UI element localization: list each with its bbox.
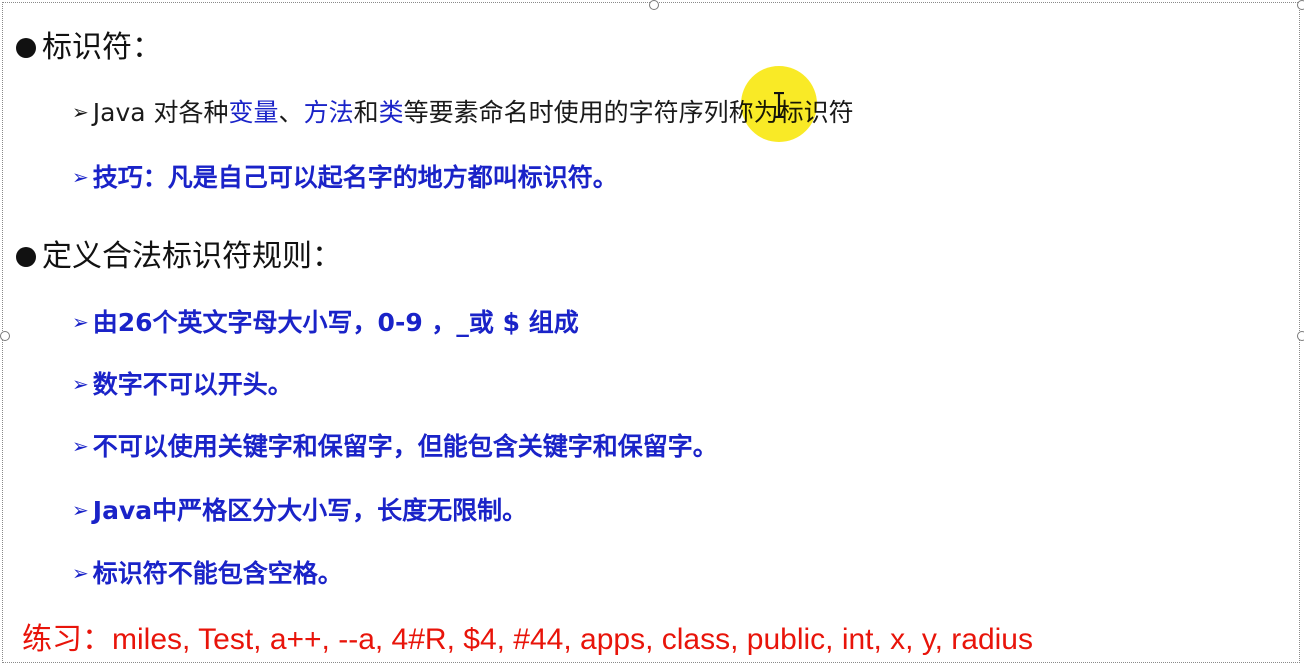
- tip-text: 技巧：凡是自己可以起名字的地方都叫标识符。: [92, 163, 618, 192]
- rule-text: Java中严格区分大小写，长度无限制。: [92, 496, 528, 525]
- filled-circle-icon: [16, 247, 36, 267]
- keyword-variable: 变量: [228, 98, 279, 127]
- rule-item: ➢ 数字不可以开头。: [72, 368, 293, 401]
- keyword-method: 方法: [303, 98, 354, 127]
- rule-text: 数字不可以开头。: [92, 370, 293, 399]
- keyword-class: 类: [378, 98, 404, 127]
- arrow-bullet-icon: ➢: [72, 372, 89, 396]
- text-cursor-icon: [774, 92, 784, 118]
- tip-item: ➢ 技巧：凡是自己可以起名字的地方都叫标识符。: [72, 161, 618, 194]
- rule-text: 标识符不能包含空格。: [92, 559, 343, 588]
- rule-item: ➢ 不可以使用关键字和保留字，但能包含关键字和保留字。: [72, 430, 718, 463]
- resize-handle-top-right[interactable]: [1297, 0, 1304, 10]
- definition-item: ➢ Java 对各种变量、方法和类等要素命名时使用的字符序列称为标识符: [72, 96, 854, 129]
- arrow-bullet-icon: ➢: [72, 561, 89, 585]
- heading-identifier: 标识符：: [16, 30, 162, 66]
- heading-rules: 定义合法标识符规则：: [16, 239, 342, 275]
- resize-handle-right[interactable]: [1297, 331, 1304, 341]
- practice-line: 练习：miles, Test, a++, --a, 4#R, $4, #44, …: [22, 620, 1033, 660]
- filled-circle-icon: [16, 38, 36, 58]
- arrow-bullet-icon: ➢: [72, 498, 89, 522]
- arrow-bullet-icon: ➢: [72, 165, 89, 189]
- arrow-bullet-icon: ➢: [72, 100, 89, 124]
- arrow-bullet-icon: ➢: [72, 310, 89, 334]
- definition-prefix: Java 对各种: [92, 98, 229, 127]
- heading-identifier-text: 标识符：: [42, 30, 162, 65]
- rule-text: 由26个英文字母大小写，0-9 ，_或 $ 组成: [92, 308, 579, 337]
- resize-handle-left[interactable]: [0, 331, 10, 341]
- rule-text: 不可以使用关键字和保留字，但能包含关键字和保留字。: [92, 432, 718, 461]
- arrow-bullet-icon: ➢: [72, 434, 89, 458]
- rule-item: ➢ 由26个英文字母大小写，0-9 ，_或 $ 组成: [72, 306, 579, 339]
- definition-and: 和: [353, 98, 379, 127]
- definition-separator: 、: [278, 98, 304, 127]
- resize-handle-top[interactable]: [649, 0, 659, 10]
- rule-item: ➢ 标识符不能包含空格。: [72, 557, 343, 590]
- rule-item: ➢ Java中严格区分大小写，长度无限制。: [72, 494, 527, 527]
- practice-label: 练习：: [22, 622, 112, 657]
- heading-rules-text: 定义合法标识符规则：: [42, 239, 342, 274]
- practice-examples: miles, Test, a++, --a, 4#R, $4, #44, app…: [112, 623, 1033, 656]
